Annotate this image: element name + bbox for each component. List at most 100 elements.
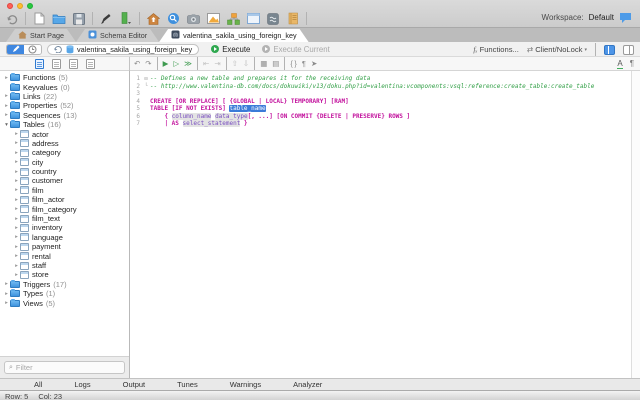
card-view-icon[interactable]: [85, 58, 95, 69]
output-tab-output[interactable]: Output: [107, 380, 162, 389]
tree-item-language[interactable]: ▸ language: [0, 233, 129, 242]
code-line-1[interactable]: 1 ⊟ -- Defines a new table and prepares it…: [130, 75, 631, 83]
redo-icon[interactable]: ↷: [145, 57, 151, 70]
code-line-6[interactable]: 6 { column_name data_type [, ...] [ON COM…: [130, 112, 631, 121]
chevron-right-icon[interactable]: ▸: [13, 263, 20, 269]
chevron-right-icon[interactable]: ▸: [13, 187, 20, 193]
execute-button[interactable]: Execute: [211, 45, 250, 54]
column-view-icon[interactable]: [51, 58, 61, 69]
script-icon[interactable]: [266, 12, 280, 26]
chevron-right-icon[interactable]: ▸: [3, 112, 10, 118]
open-folder-icon[interactable]: [52, 12, 66, 26]
chevron-right-icon[interactable]: ▸: [13, 131, 20, 137]
run-all-icon[interactable]: ≫: [184, 57, 192, 70]
recent-queries-icon[interactable]: [54, 45, 63, 53]
chevron-right-icon[interactable]: ▸: [3, 93, 10, 99]
save-icon[interactable]: [72, 12, 86, 26]
tree-item-views[interactable]: ▸ Views (5): [0, 298, 129, 308]
tree-item-store[interactable]: ▸ store: [0, 270, 129, 279]
chevron-right-icon[interactable]: ▸: [13, 150, 20, 156]
new-document-icon[interactable]: [32, 12, 46, 26]
tree-item-staff[interactable]: ▸ staff: [0, 261, 129, 270]
tree-item-sequences[interactable]: ▸ Sequences (13): [0, 110, 129, 120]
toggle-result-panel-button[interactable]: [623, 44, 634, 55]
tree-item-payment[interactable]: ▸ payment: [0, 242, 129, 251]
tree-item-rental[interactable]: ▸ rental: [0, 251, 129, 261]
output-tab-logs[interactable]: Logs: [58, 380, 106, 389]
document-tab-3[interactable]: db valentina_sakila_using_foreign_key: [159, 29, 308, 42]
image-icon[interactable]: [206, 12, 220, 26]
text-encoding-icon[interactable]: A: [617, 59, 623, 69]
output-tab-tunes[interactable]: Tunes: [161, 380, 214, 389]
tree-item-film[interactable]: ▸ film: [0, 186, 129, 195]
output-tab-warnings[interactable]: Warnings: [214, 380, 277, 389]
sql-editor[interactable]: 1 ⊟ -- Defines a new table and prepares it…: [130, 71, 640, 378]
execute-current-button[interactable]: Execute Current: [262, 45, 330, 54]
tree-item-address[interactable]: ▸ address: [0, 139, 129, 148]
chevron-right-icon[interactable]: ▸: [3, 75, 10, 81]
workspace-value[interactable]: Default: [589, 13, 614, 22]
list-view-icon[interactable]: [68, 58, 78, 69]
tree-item-city[interactable]: ▸ city: [0, 158, 129, 167]
code-line-7[interactable]: 7 | AS select_statement }: [130, 120, 631, 128]
chevron-right-icon[interactable]: ▸: [13, 206, 20, 212]
undo-icon[interactable]: ↶: [134, 57, 140, 70]
window-icon[interactable]: [246, 12, 260, 26]
tree-item-inventory[interactable]: ▸ inventory: [0, 223, 129, 232]
document-name-field[interactable]: valentina_sakila_using_foreign_key: [47, 43, 200, 55]
code-area[interactable]: 1 ⊟ -- Defines a new table and prepares it…: [130, 71, 631, 378]
chevron-right-icon[interactable]: ▸: [13, 253, 20, 259]
lock-mode-dropdown[interactable]: ⇄ Client/NoLock ▾: [527, 45, 587, 54]
tree-item-customer[interactable]: ▸ customer: [0, 176, 129, 185]
chevron-right-icon[interactable]: ▸: [13, 272, 20, 278]
output-tab-analyzer[interactable]: Analyzer: [277, 380, 338, 389]
color-swatch-icon[interactable]: [119, 12, 133, 26]
tree-item-film_actor[interactable]: ▸ film_actor: [0, 195, 129, 204]
chevron-right-icon[interactable]: ▸: [3, 291, 10, 297]
chevron-right-icon[interactable]: ▸: [13, 159, 20, 165]
chevron-right-icon[interactable]: ▸: [13, 140, 20, 146]
jump-icon[interactable]: ➤: [311, 57, 317, 70]
chevron-right-icon[interactable]: ▸: [3, 281, 10, 287]
document-tab-2[interactable]: Schema Editor: [76, 29, 159, 42]
brackets-icon[interactable]: { }: [290, 57, 297, 70]
report-icon[interactable]: [286, 12, 300, 26]
output-tab-all[interactable]: All: [18, 380, 58, 389]
tree-item-properties[interactable]: ▸ Properties (52): [0, 101, 129, 110]
tree-item-links[interactable]: ▸ Links (22): [0, 91, 129, 101]
tree-item-functions[interactable]: ▸ Functions (5): [0, 73, 129, 82]
chevron-right-icon[interactable]: ▸: [13, 169, 20, 175]
edit-mode-button[interactable]: [7, 44, 24, 54]
chevron-right-icon[interactable]: ▸: [13, 225, 20, 231]
home-icon[interactable]: [146, 12, 160, 26]
editor-scrollbar[interactable]: [631, 71, 640, 378]
tree-item-film_category[interactable]: ▸ film_category: [0, 204, 129, 214]
shift-left-icon[interactable]: ⇤: [203, 57, 209, 70]
code-line-4[interactable]: 4 CREATE [OR REPLACE] [ {GLOBAL | LOCAL} …: [130, 98, 631, 106]
view-text-icon[interactable]: ▤: [272, 57, 279, 70]
chevron-right-icon[interactable]: ▸: [13, 178, 20, 184]
undo-icon[interactable]: [5, 12, 19, 26]
tree-item-country[interactable]: ▸ country: [0, 167, 129, 176]
snapshot-icon[interactable]: [186, 12, 200, 26]
chevron-right-icon[interactable]: ▸: [13, 234, 20, 240]
pen-icon[interactable]: [99, 12, 113, 26]
fold-marker-icon[interactable]: ⊟: [142, 76, 150, 82]
filter-input[interactable]: ⌕ Filter: [4, 361, 125, 374]
tree-item-actor[interactable]: ▸ actor: [0, 129, 129, 139]
document-tab-1[interactable]: Start Page: [6, 29, 76, 42]
chevron-right-icon[interactable]: ▸: [13, 197, 20, 203]
tree-item-film_text[interactable]: ▸ film_text: [0, 214, 129, 223]
functions-button[interactable]: fₓ Functions...: [473, 45, 518, 54]
move-up-icon[interactable]: ⇧: [232, 57, 238, 70]
chevron-right-icon[interactable]: ▸: [3, 300, 10, 306]
tree-item-tables[interactable]: ▾ Tables (16): [0, 120, 129, 129]
chevron-right-icon[interactable]: ▸: [13, 216, 20, 222]
view-grid-icon[interactable]: ▦: [260, 57, 267, 70]
code-line-2[interactable]: 2 └ -- http://www.valentina-db.com/docs/do…: [130, 83, 631, 91]
comment-icon[interactable]: ¶: [302, 57, 306, 70]
tree-item-category[interactable]: ▸ category: [0, 148, 129, 157]
zoom-window-button[interactable]: [27, 3, 33, 9]
chevron-right-icon[interactable]: ▸: [3, 103, 10, 109]
minimize-window-button[interactable]: [17, 3, 23, 9]
